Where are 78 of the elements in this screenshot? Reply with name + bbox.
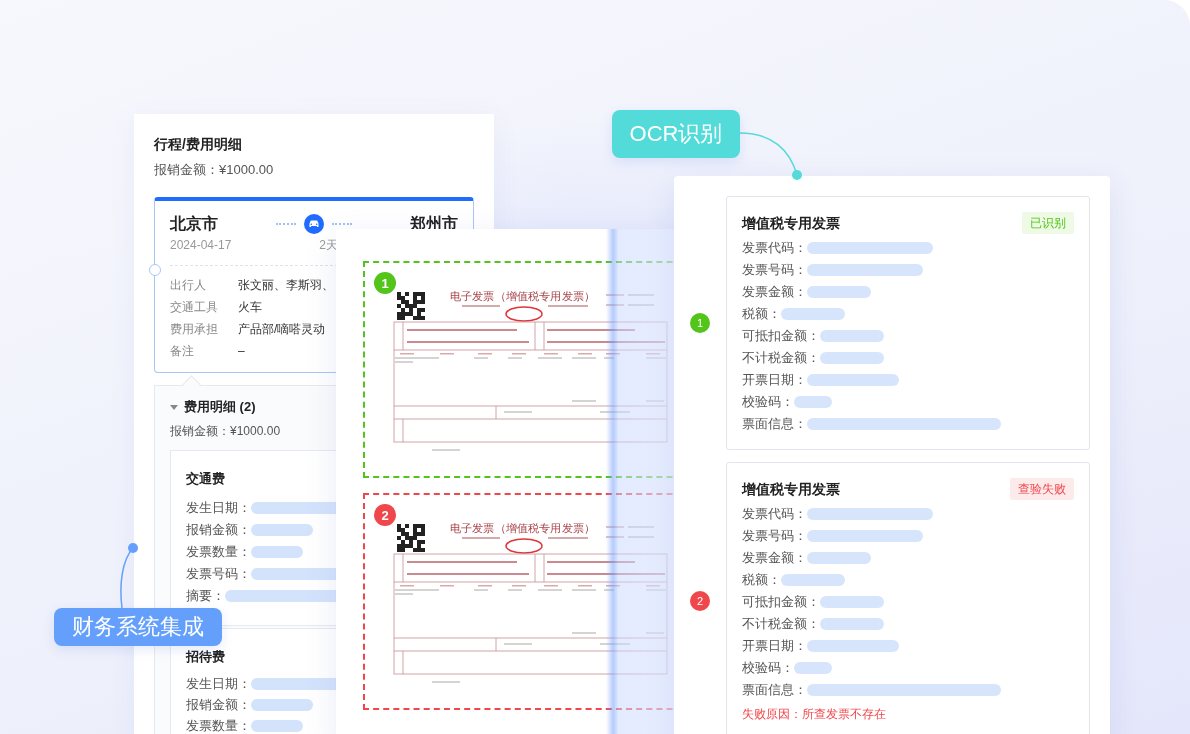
- placeholder-bar: [251, 546, 303, 558]
- number-badge: 1: [690, 313, 710, 333]
- field-label: 发生日期：: [186, 675, 251, 693]
- placeholder-bar: [251, 524, 313, 536]
- qr-code-icon: [397, 292, 425, 320]
- field-label: 发票号码：: [742, 261, 807, 279]
- amount-text: 报销金额：¥1000.00: [170, 423, 282, 440]
- card-notch: [149, 264, 161, 276]
- expense-title: 交通费: [186, 471, 226, 487]
- field-label: 票面信息：: [742, 681, 807, 699]
- field-label: 校验码：: [742, 659, 794, 677]
- number-badge: 2: [374, 504, 396, 526]
- qr-code-icon: [397, 524, 425, 552]
- stamp-icon: [505, 538, 543, 554]
- number-badge: 2: [690, 591, 710, 611]
- field-label: 发票代码：: [742, 239, 807, 257]
- car-icon: [304, 214, 324, 234]
- field-label: 摘要：: [186, 587, 225, 605]
- field-label: 税额：: [742, 571, 781, 589]
- placeholder-bar: [807, 286, 871, 298]
- invoice-title: 电子发票（增值税专用发票）: [450, 522, 593, 534]
- amount-text: 报销金额：¥1000.00: [154, 161, 275, 179]
- placeholder-bar: [794, 662, 832, 674]
- field-label: 发票代码：: [742, 505, 807, 523]
- date-text: 2024-04-17: [170, 237, 232, 253]
- field-label: 税额：: [742, 305, 781, 323]
- field-label: 发票金额：: [742, 283, 807, 301]
- placeholder-bar: [820, 596, 884, 608]
- field-label: 发票数量：: [186, 717, 251, 734]
- field-label: 发票数量：: [186, 543, 251, 561]
- placeholder-bar: [251, 698, 313, 711]
- card-title: 增值税专用发票: [742, 480, 840, 499]
- placeholder-bar: [820, 352, 884, 364]
- stamp-icon: [505, 306, 543, 322]
- field-label: 报销金额：: [186, 696, 251, 714]
- field-label: 不计税金额：: [742, 349, 820, 367]
- callout-label: 财务系统集成: [54, 608, 222, 646]
- placeholder-bar: [251, 719, 303, 732]
- detail-value: 火车: [238, 299, 262, 316]
- connector-line: [120, 543, 138, 609]
- status-tag: 已识别: [1022, 212, 1074, 234]
- field-label: 不计税金额：: [742, 615, 820, 633]
- placeholder-bar: [781, 574, 845, 586]
- city-name: 北京市: [170, 214, 218, 234]
- field-label: 发票金额：: [742, 549, 807, 567]
- card-title: 增值税专用发票: [742, 214, 840, 233]
- field-label: 发票号码：: [742, 527, 807, 545]
- placeholder-bar: [820, 618, 884, 630]
- detail-value: 张文丽、李斯羽、: [238, 277, 334, 294]
- detail-label: 备注: [170, 343, 195, 360]
- field-label: 可抵扣金额：: [742, 593, 820, 611]
- placeholder-bar: [820, 330, 884, 342]
- expense-title: 招待费: [186, 649, 226, 665]
- callout-label: OCR识别: [612, 110, 740, 158]
- detail-label: 交通工具: [170, 299, 219, 316]
- detail-value: –: [238, 343, 245, 360]
- number-badge: 1: [374, 272, 396, 294]
- detail-value: 产品部/嘀嗒灵动: [238, 321, 326, 338]
- placeholder-bar: [807, 552, 871, 564]
- field-label: 发票号码：: [186, 565, 251, 583]
- field-label: 报销金额：: [186, 521, 251, 539]
- field-label: 开票日期：: [742, 371, 807, 389]
- panel-title: 行程/费用明细: [154, 135, 243, 154]
- detail-label: 出行人: [170, 277, 207, 294]
- connector-line: [739, 132, 802, 180]
- field-label: 开票日期：: [742, 637, 807, 655]
- placeholder-bar: [794, 396, 832, 408]
- failure-reason: 失败原因：所查发票不存在: [742, 706, 887, 723]
- placeholder-bar: [781, 308, 845, 320]
- section-title: 费用明细 (2): [184, 398, 256, 416]
- caret-icon[interactable]: [170, 403, 178, 411]
- field-label: 票面信息：: [742, 415, 807, 433]
- status-tag: 查验失败: [1010, 478, 1074, 500]
- field-label: 校验码：: [742, 393, 794, 411]
- detail-label: 费用承担: [170, 321, 219, 338]
- field-label: 发生日期：: [186, 499, 251, 517]
- invoice-title: 电子发票（增值税专用发票）: [450, 290, 593, 302]
- field-label: 可抵扣金额：: [742, 327, 820, 345]
